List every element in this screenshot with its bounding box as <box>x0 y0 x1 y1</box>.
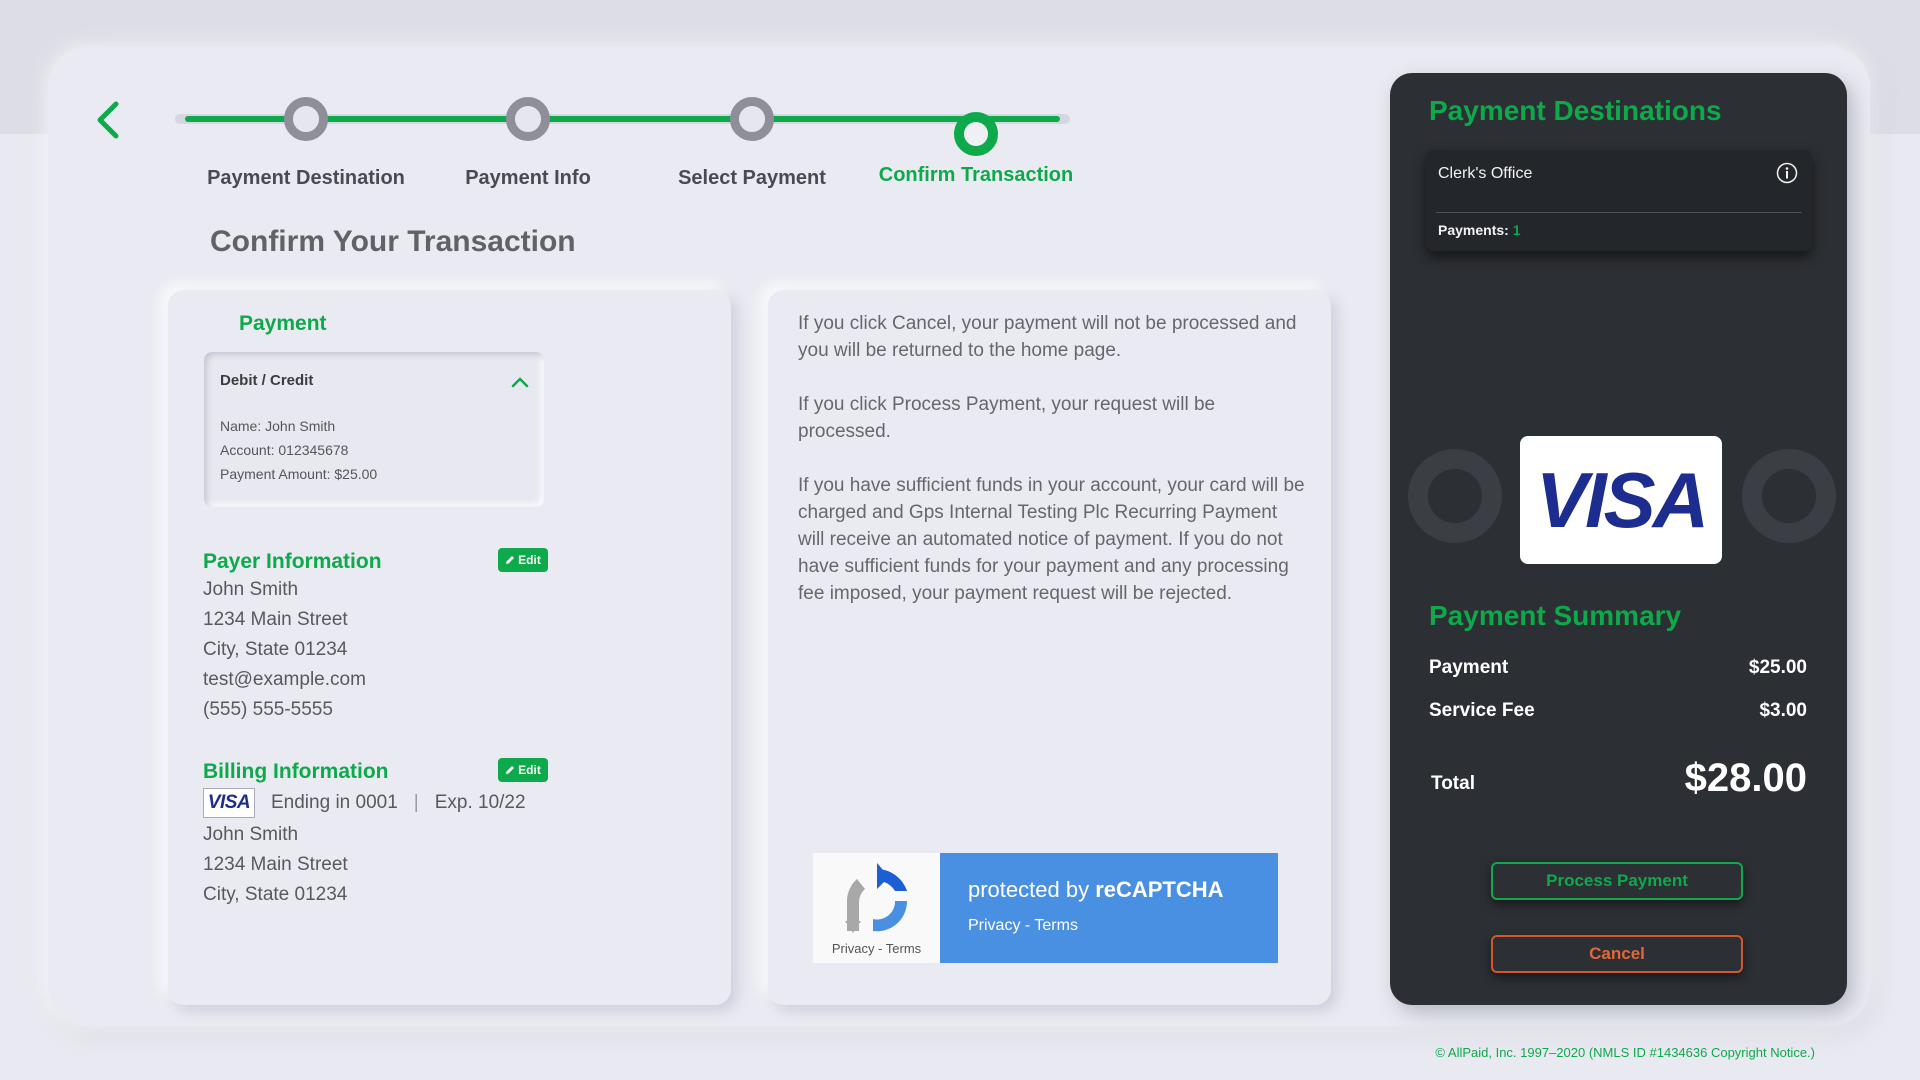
selected-card[interactable]: VISA <box>1520 436 1722 564</box>
notice-card: If you click Cancel, your payment will n… <box>768 290 1331 1005</box>
payer-line: John Smith <box>203 579 299 600</box>
summary-payment-value: $25.00 <box>1748 657 1807 678</box>
summary-total-row: Total $28.00 <box>1429 756 1807 801</box>
card-carousel-ghost-right <box>1742 449 1836 543</box>
summary-total-value: $28.00 <box>1684 756 1807 800</box>
chevron-up-icon <box>511 377 529 388</box>
card-summary-row: VISA Ending in 0001 | Exp. 10/22 <box>203 786 526 820</box>
visa-logo-icon: VISA <box>1535 455 1709 544</box>
edit-label: Edit <box>518 553 541 567</box>
step-dot-active <box>954 112 998 156</box>
payments-label: Payments: <box>1438 222 1509 238</box>
billing-section-title: Billing Information <box>203 760 389 783</box>
recaptcha-info: protected by reCAPTCHA Privacy - Terms <box>940 853 1278 963</box>
payer-details: John Smith 1234 Main Street City, State … <box>203 575 366 725</box>
billing-details: VISA Ending in 0001 | Exp. 10/22 John Sm… <box>203 786 526 910</box>
card-expiry: Exp. 10/22 <box>434 792 526 813</box>
notice-process: If you click Process Payment, your reque… <box>798 394 1216 442</box>
payment-method-panel: Debit / Credit Name: John Smith Account:… <box>204 352 544 507</box>
step-payment-destination[interactable]: Payment Destination <box>186 95 426 190</box>
step-label: Payment Destination <box>207 167 405 189</box>
billing-line: 1234 Main Street <box>203 854 348 875</box>
separator: | <box>413 792 419 813</box>
summary-fee-value: $3.00 <box>1759 700 1807 721</box>
back-button[interactable] <box>92 100 122 140</box>
notice-funds: If you have sufficient funds in your acc… <box>798 475 1305 604</box>
notice-text: If you click Cancel, your payment will n… <box>798 310 1308 634</box>
card-ending: Ending in 0001 <box>271 792 398 813</box>
step-label: Confirm Transaction <box>878 164 1074 186</box>
recaptcha-brand: reCAPTCHA <box>1095 877 1224 902</box>
payer-section-title: Payer Information <box>203 550 382 573</box>
step-payment-info[interactable]: Payment Info <box>408 95 648 190</box>
summary-fee-label: Service Fee <box>1429 700 1535 721</box>
step-select-payment[interactable]: Select Payment <box>632 95 872 190</box>
summary-fee-row: Service Fee $3.00 <box>1429 700 1807 722</box>
payer-line: (555) 555-5555 <box>203 699 333 720</box>
payment-section-title: Payment <box>239 312 327 335</box>
step-label: Select Payment <box>678 167 826 189</box>
step-dot <box>730 97 774 141</box>
destination-item[interactable]: Clerk's Office Payments: 1 <box>1426 150 1812 251</box>
step-confirm-transaction: Confirm Transaction <box>856 95 1096 187</box>
billing-line: City, State 01234 <box>203 884 348 905</box>
step-dot <box>506 97 550 141</box>
destination-name: Clerk's Office <box>1438 165 1533 182</box>
payer-line: test@example.com <box>203 669 366 690</box>
edit-label: Edit <box>518 763 541 777</box>
payment-amount: Payment Amount: $25.00 <box>220 466 378 482</box>
destination-payments: Payments: 1 <box>1438 222 1521 238</box>
recaptcha-badge[interactable]: Privacy - Terms protected by reCAPTCHA P… <box>813 853 1278 963</box>
payment-method-label: Debit / Credit <box>220 372 314 389</box>
progress-stepper: Payment Destination Payment Info Select … <box>175 95 1073 195</box>
copyright-footer[interactable]: © AllPaid, Inc. 1997–2020 (NMLS ID #1434… <box>1435 1045 1815 1060</box>
billing-line: John Smith <box>203 824 299 845</box>
step-label: Payment Info <box>465 167 591 189</box>
edit-payer-button[interactable]: Edit <box>498 548 548 572</box>
notice-cancel: If you click Cancel, your payment will n… <box>798 313 1297 361</box>
page-title: Confirm Your Transaction <box>210 225 576 258</box>
process-payment-button[interactable]: Process Payment <box>1491 862 1743 900</box>
collapse-toggle[interactable] <box>510 372 530 392</box>
recaptcha-logo-icon <box>845 863 908 933</box>
summary-payment-label: Payment <box>1429 657 1509 678</box>
card-carousel-ghost-left <box>1408 449 1502 543</box>
info-icon <box>1776 162 1798 184</box>
summary-title: Payment Summary <box>1429 600 1682 631</box>
summary-total-label: Total <box>1431 773 1475 794</box>
payment-account: Account: 012345678 <box>220 442 349 458</box>
edit-billing-button[interactable]: Edit <box>498 758 548 782</box>
step-dot <box>284 97 328 141</box>
visa-logo-icon: VISA <box>203 788 255 818</box>
recaptcha-prefix: protected by <box>968 877 1096 902</box>
back-arrow-icon <box>97 101 119 139</box>
payer-line: City, State 01234 <box>203 639 348 660</box>
summary-payment-row: Payment $25.00 <box>1429 657 1807 679</box>
recaptcha-logo: Privacy - Terms <box>813 853 940 963</box>
cancel-button[interactable]: Cancel <box>1491 935 1743 973</box>
payment-name: Name: John Smith <box>220 418 336 434</box>
transaction-details-card: Payment Debit / Credit Name: John Smith … <box>168 290 731 1005</box>
destinations-title: Payment Destinations <box>1429 95 1722 126</box>
payments-count: 1 <box>1512 222 1521 238</box>
summary-panel: Payment Destinations Clerk's Office Paym… <box>1390 73 1847 1005</box>
info-button[interactable] <box>1776 162 1798 184</box>
pencil-icon <box>506 766 515 774</box>
divider <box>1436 212 1802 213</box>
recaptcha-privacy-terms[interactable]: Privacy - Terms <box>968 917 1278 935</box>
recaptcha-protected: protected by reCAPTCHA <box>968 877 1278 903</box>
pencil-icon <box>506 556 515 564</box>
payer-line: 1234 Main Street <box>203 609 348 630</box>
recaptcha-logo-links[interactable]: Privacy - Terms <box>813 941 940 956</box>
